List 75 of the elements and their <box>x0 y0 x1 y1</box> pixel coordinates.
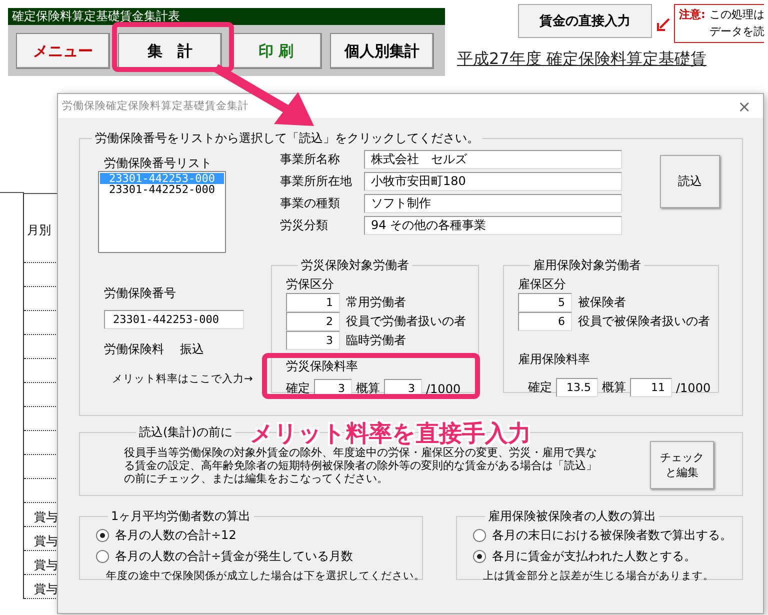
arrow-icon <box>656 18 670 32</box>
field-label: 被保険者 <box>578 294 626 311</box>
number-field[interactable]: 3 <box>286 331 340 350</box>
field-label: 雇用保険料率 <box>518 351 591 368</box>
note-text: 年度の途中で保険関係が成立した場合は下を選択してください。 <box>106 569 425 583</box>
field-label: 臨時労働者 <box>346 332 406 349</box>
number-field[interactable]: 11 <box>630 378 672 397</box>
field-label: 事業所名称 <box>280 150 341 168</box>
toolbar-button[interactable]: メニュー <box>16 33 110 69</box>
text-field[interactable]: 23301-442253-000 <box>104 310 244 329</box>
hint-text: メリット料率はここで入力→ <box>112 372 254 386</box>
notice-label: 注意: <box>679 7 706 23</box>
text-field[interactable]: 94 その他の各種事業 <box>364 216 622 234</box>
unit-label: /1000 <box>676 380 711 394</box>
instruction-text: 役員手当等労働保険の対象外賃金の除外、年度途中の労保・雇保区分の変更、労災・雇用で異なる賃金の設定、高年齢免除者の短期特例被保険者の除外等の変則的な賃金がある場合は「読込」の前にチェック、または編集をおこなってください。 <box>124 446 598 484</box>
number-field[interactable]: 6 <box>518 312 572 331</box>
option-label: 各月の人数の合計÷賃金が発生している月数 <box>115 548 354 565</box>
dialog-title: 労働保険確定保険料算定基礎賃金集計 <box>62 99 249 113</box>
sheet-title-bar: 確定保険料算定基礎賃金集計表 <box>8 8 445 25</box>
field-label: 役員で労働者扱いの者 <box>346 313 466 330</box>
unit-label: /1000 <box>426 382 461 396</box>
sheet-heading: 平成27年度 確定保険料算定基礎賃 <box>457 49 706 70</box>
list-item[interactable]: 23301-442252-000 <box>100 184 224 195</box>
direct-input-button[interactable]: 賃金の直接入力 <box>518 4 652 38</box>
field-label: 確定 <box>286 380 310 397</box>
row-label: 賞与 <box>34 533 58 550</box>
group-legend: 1ヶ月平均労働者数の算出 <box>108 508 254 525</box>
field-label: 労災分類 <box>280 216 329 234</box>
radio-button[interactable] <box>96 550 109 563</box>
option-label: 各月に賃金が支払われた人数とする。 <box>492 548 696 565</box>
row-label: 賞与 <box>34 581 58 598</box>
toolbar-button[interactable]: 集 計 <box>118 33 222 69</box>
group-legend: 雇用保険対象労働者 <box>530 257 644 274</box>
field-label: 雇保区分 <box>518 276 567 293</box>
radio-button[interactable] <box>96 529 109 542</box>
number-field[interactable]: 13.5 <box>556 378 598 397</box>
list-box[interactable]: 23301-442253-000 23301-442252-000 <box>98 171 226 253</box>
field-label: 事業の種類 <box>280 194 341 212</box>
option-label: 各月の末日における被保険者数で算出する。 <box>492 527 732 544</box>
field-label: 概算 <box>602 379 626 396</box>
text-field[interactable]: ソフト制作 <box>364 194 622 212</box>
radio-button[interactable] <box>473 550 486 563</box>
number-field[interactable]: 2 <box>286 312 340 331</box>
callout-text: メリット料率を直接手入力 <box>250 420 531 447</box>
text-field[interactable]: 株式会社 セルズ <box>364 150 622 168</box>
field-label: 役員で被保険者扱いの者 <box>578 313 710 330</box>
number-field[interactable]: 1 <box>286 293 340 312</box>
group-legend: 読込(集計)の前に <box>136 424 236 441</box>
field-label: 労保区分 <box>286 276 335 293</box>
group-legend: 雇用保険被保険者の人数の算出 <box>485 508 659 525</box>
text-field[interactable]: 小牧市安田町180 <box>364 172 622 190</box>
row-label: 賞与 <box>34 509 58 526</box>
load-button[interactable]: 読込 <box>660 155 720 208</box>
note-text: 上は賃金部分と誤差が生じる場合があります。 <box>483 569 714 583</box>
field-label: 確定 <box>528 379 552 396</box>
field-label: 概算 <box>356 380 380 397</box>
toolbar-button[interactable]: 個人別集計 <box>330 33 434 69</box>
row-header: 月別 <box>27 222 51 239</box>
check-edit-button[interactable]: チェック と編集 <box>650 441 714 489</box>
group-legend: 労災保険対象労働者 <box>298 257 412 274</box>
radio-button[interactable] <box>473 529 486 542</box>
field-value: 振込 <box>180 341 204 358</box>
group-legend: 労働保険番号をリストから選択して「読込」をクリックしてください。 <box>92 130 482 147</box>
field-label: 事業所所在地 <box>280 172 353 190</box>
close-button[interactable]: × <box>734 96 755 116</box>
option-label: 各月の人数の合計÷12 <box>115 527 236 544</box>
field-label: 常用労働者 <box>346 294 406 311</box>
field-label: 労働保険番号 <box>104 285 177 302</box>
row-label: 賞与 <box>34 557 58 574</box>
number-field[interactable]: 5 <box>518 293 572 312</box>
field-label: 労働保険料 <box>104 341 164 358</box>
notice-text: この処理は <box>709 7 764 23</box>
field-label: 労災保険料率 <box>286 358 359 375</box>
notice-text: データを読 <box>709 24 764 40</box>
list-label: 労働保険番号リスト <box>104 155 213 171</box>
